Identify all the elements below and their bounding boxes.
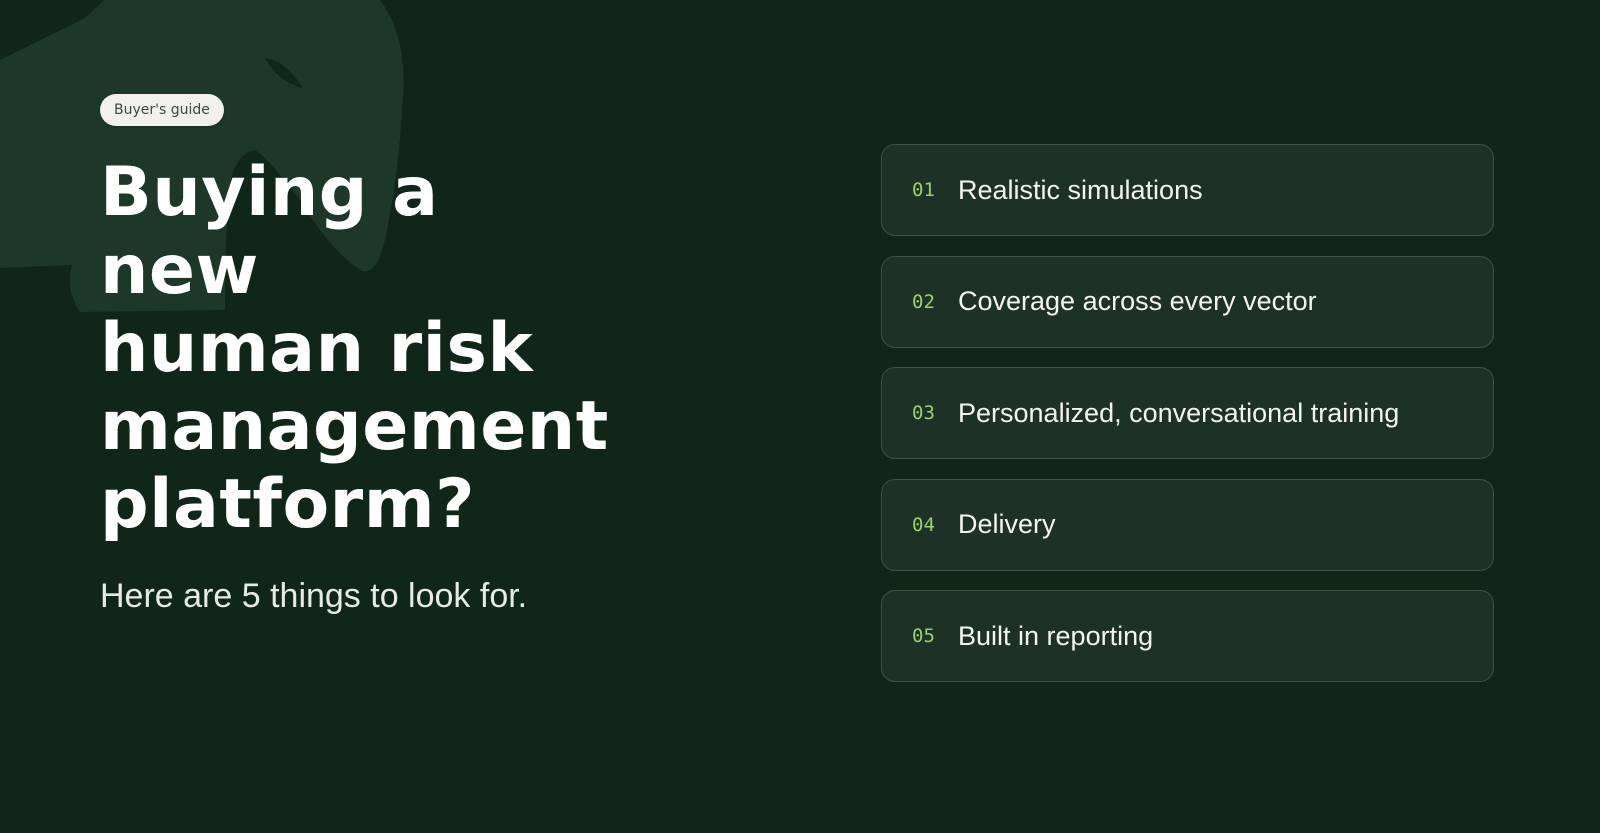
page-title: Buying a new human risk management platf… bbox=[100, 154, 620, 544]
page-subtitle: Here are 5 things to look for. bbox=[100, 577, 528, 615]
list-item: 01 Realistic simulations bbox=[881, 144, 1494, 236]
title-line: platform? bbox=[100, 465, 476, 544]
item-label: Built in reporting bbox=[958, 620, 1154, 651]
list-item: 03 Personalized, conversational training bbox=[881, 367, 1494, 459]
item-number: 04 bbox=[912, 513, 935, 536]
title-line: Buying a new bbox=[100, 153, 439, 310]
item-label: Coverage across every vector bbox=[958, 286, 1317, 316]
feature-list: 01 Realistic simulations 02 Coverage acr… bbox=[881, 144, 1494, 702]
item-number: 05 bbox=[912, 625, 935, 647]
title-line: human risk bbox=[100, 309, 534, 388]
item-label: Realistic simulations bbox=[958, 174, 1203, 205]
item-number: 03 bbox=[912, 402, 935, 424]
intro-section: Buyer's guide Buying a new human risk ma… bbox=[100, 94, 740, 616]
list-item: 02 Coverage across every vector bbox=[881, 255, 1494, 348]
list-item: 05 Built in reporting bbox=[881, 590, 1494, 682]
item-number: 02 bbox=[912, 290, 935, 313]
title-line: management bbox=[100, 387, 609, 466]
guide-badge: Buyer's guide bbox=[100, 94, 224, 126]
item-label: Delivery bbox=[958, 509, 1056, 539]
item-label: Personalized, conversational training bbox=[958, 397, 1400, 428]
item-number: 01 bbox=[912, 179, 935, 201]
list-item: 04 Delivery bbox=[881, 478, 1494, 571]
